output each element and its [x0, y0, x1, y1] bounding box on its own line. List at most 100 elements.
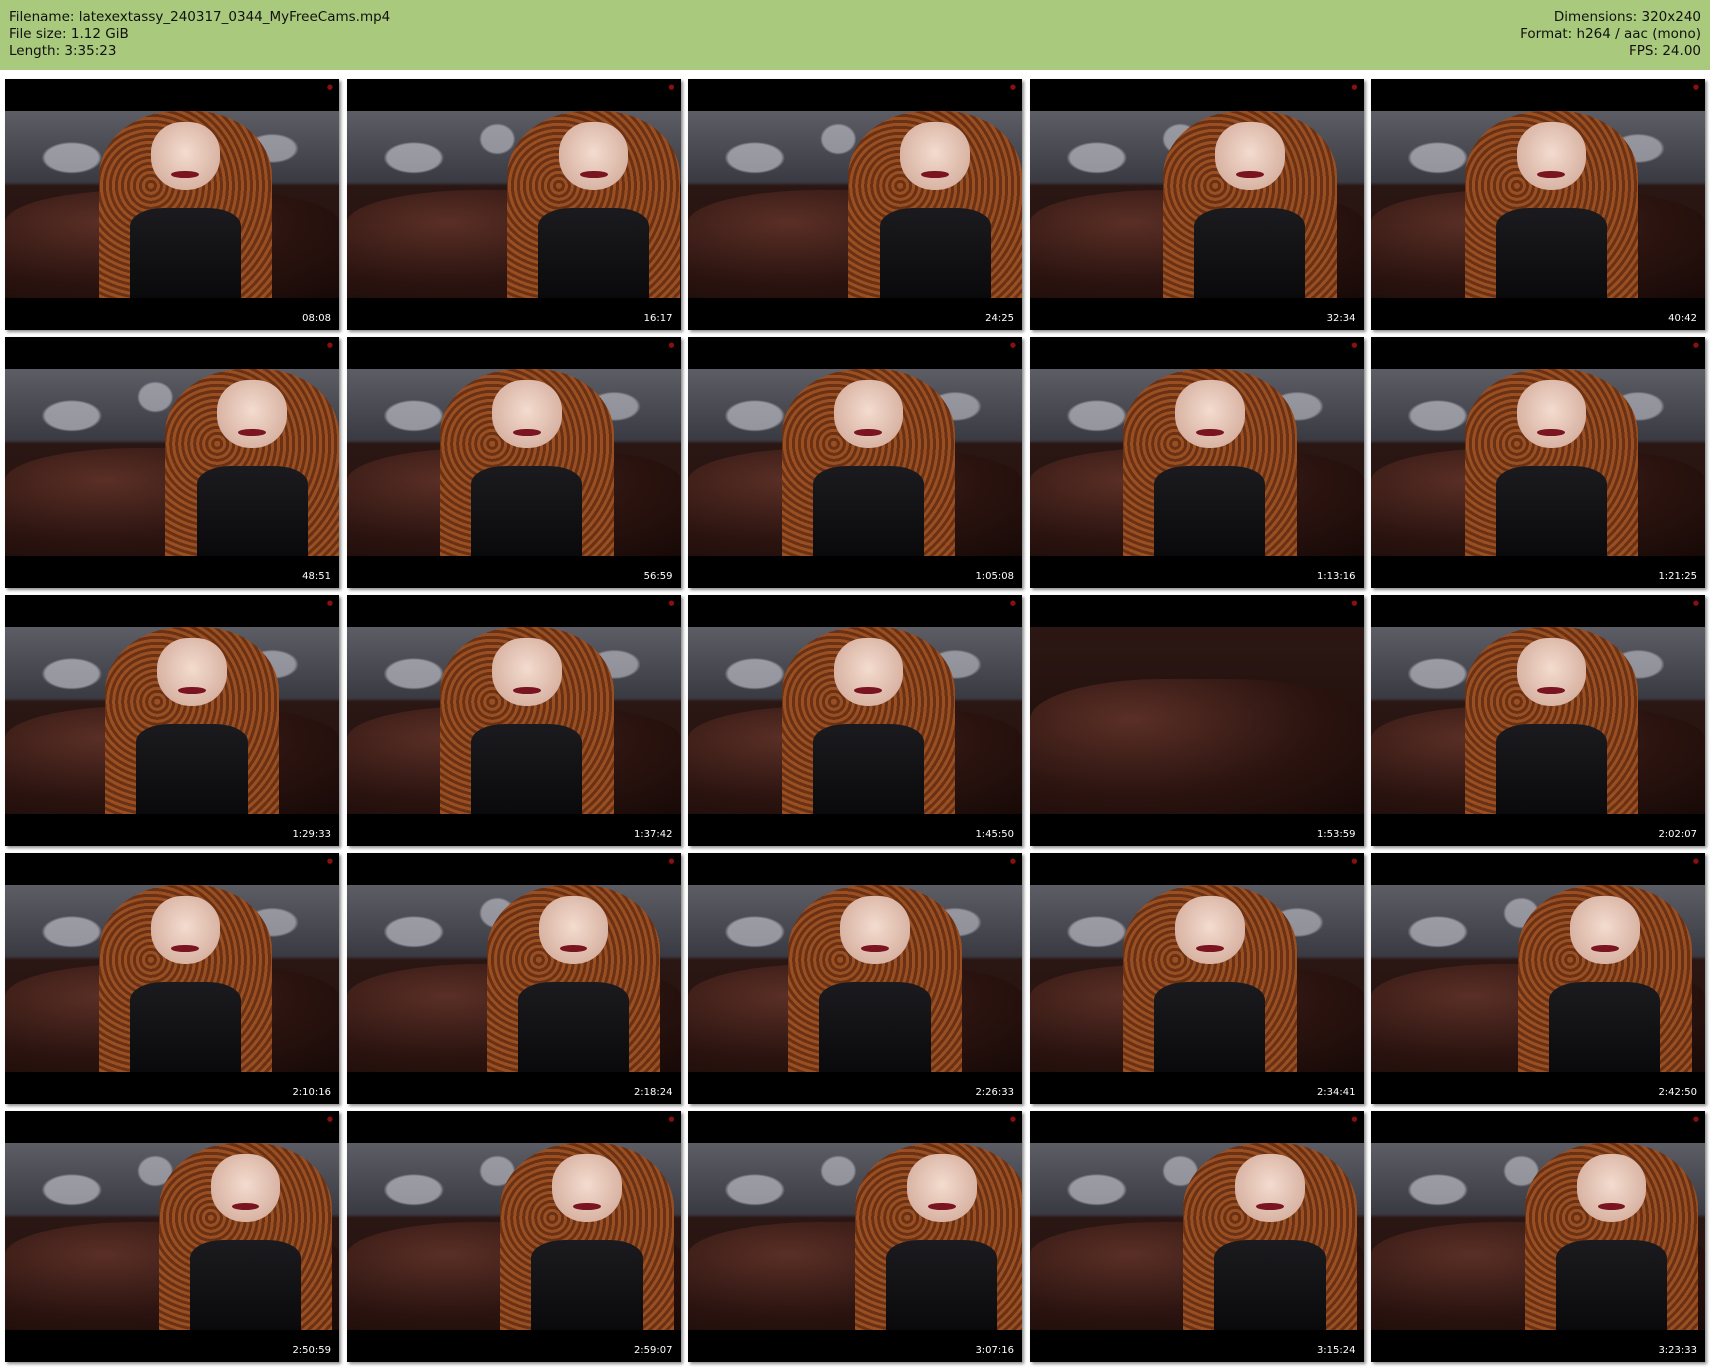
fps-text: FPS: 24.00	[1629, 43, 1701, 59]
thumbnail[interactable]: ● 08:08	[5, 79, 339, 330]
person-figure	[1464, 369, 1639, 556]
thumbnail[interactable]: ● 2:42:50	[1371, 853, 1705, 1104]
watermark-logo: ●	[326, 1115, 333, 1123]
timestamp-label: 08:08	[302, 313, 331, 324]
timestamp-label: 2:02:07	[1658, 829, 1697, 840]
person-figure	[98, 885, 273, 1072]
watermark-logo: ●	[1009, 83, 1016, 91]
jacket-shape	[1495, 724, 1607, 814]
thumbnail[interactable]: ● 1:05:08	[688, 337, 1022, 588]
face-shape	[538, 896, 609, 964]
video-frame	[1371, 627, 1705, 814]
thumbnail[interactable]: ● 1:29:33	[5, 595, 339, 846]
person-figure	[1464, 627, 1639, 814]
watermark-logo: ●	[1009, 599, 1016, 607]
thumbnail[interactable]: ● 2:02:07	[1371, 595, 1705, 846]
timestamp-label: 24:25	[985, 313, 1014, 324]
format-text: Format: h264 / aac (mono)	[1520, 26, 1701, 42]
jacket-shape	[879, 208, 991, 298]
thumbnail[interactable]: ● 1:53:59	[1029, 595, 1364, 846]
jacket-shape	[518, 982, 630, 1072]
watermark-logo: ●	[1009, 341, 1016, 349]
dimensions-text: Dimensions: 320x240	[1553, 9, 1701, 25]
video-frame	[5, 111, 339, 298]
face-shape	[1175, 896, 1245, 964]
video-frame	[1029, 111, 1364, 298]
thumbnail[interactable]: ● 1:21:25	[1371, 337, 1705, 588]
thumbnail[interactable]: ● 2:34:41	[1029, 853, 1364, 1104]
face-shape	[558, 122, 629, 190]
jacket-shape	[136, 724, 248, 814]
thumbnail[interactable]: ● 2:10:16	[5, 853, 339, 1104]
face-shape	[492, 380, 562, 448]
thumbnail[interactable]: ● 32:34	[1029, 79, 1364, 330]
length-text: Length: 3:35:23	[9, 43, 117, 59]
watermark-logo: ●	[1692, 1115, 1699, 1123]
video-frame	[688, 1143, 1022, 1330]
timestamp-label: 2:34:41	[1316, 1087, 1356, 1098]
video-frame	[688, 627, 1022, 814]
timestamp-label: 1:21:25	[1658, 571, 1697, 582]
thumbnail[interactable]: ● 2:59:07	[346, 1111, 681, 1362]
face-shape	[157, 638, 227, 706]
thumbnail[interactable]: ● 40:42	[1371, 79, 1705, 330]
person-figure	[98, 111, 273, 298]
person-figure	[1123, 885, 1297, 1072]
video-frame	[5, 369, 339, 556]
thumbnail[interactable]: ● 24:25	[688, 79, 1022, 330]
file-info: Filename: latexextassy_240317_0344_MyFre…	[9, 9, 390, 60]
thumbnail-grid: ● 08:08 ● 16:17 ● 24:25 ● 32:34 ● 40:42 ● 48:5…	[5, 79, 1705, 1366]
thumbnail[interactable]: ● 56:59	[346, 337, 681, 588]
timestamp-label: 3:15:24	[1316, 1345, 1356, 1356]
jacket-shape	[812, 724, 924, 814]
timestamp-label: 3:07:16	[975, 1345, 1014, 1356]
person-figure	[781, 369, 956, 556]
watermark-logo: ●	[326, 857, 333, 865]
thumbnail[interactable]: ● 3:23:33	[1371, 1111, 1705, 1362]
thumbnail[interactable]: ● 48:51	[5, 337, 339, 588]
face-shape	[1175, 380, 1245, 448]
thumbnail[interactable]: ● 2:50:59	[5, 1111, 339, 1362]
jacket-shape	[129, 982, 241, 1072]
timestamp-label: 1:05:08	[975, 571, 1014, 582]
jacket-shape	[812, 466, 924, 556]
person-figure	[165, 369, 339, 556]
timestamp-label: 1:29:33	[292, 829, 331, 840]
timestamp-label: 1:13:16	[1316, 571, 1356, 582]
thumbnail[interactable]: ● 2:18:24	[346, 853, 681, 1104]
person-figure	[1123, 369, 1297, 556]
video-frame	[688, 111, 1022, 298]
face-shape	[1516, 638, 1587, 706]
person-figure	[788, 885, 962, 1072]
video-frame	[346, 627, 681, 814]
video-frame	[1371, 885, 1705, 1072]
video-frame	[346, 1143, 681, 1330]
person-figure	[855, 1143, 1022, 1330]
thumbnail[interactable]: ● 3:07:16	[688, 1111, 1022, 1362]
timestamp-label: 1:53:59	[1316, 829, 1356, 840]
thumbnail[interactable]: ● 1:37:42	[346, 595, 681, 846]
video-frame	[5, 627, 339, 814]
person-figure	[440, 369, 614, 556]
jacket-shape	[886, 1240, 998, 1330]
watermark-logo: ●	[326, 83, 333, 91]
person-figure	[500, 1143, 674, 1330]
contact-sheet-header: Filename: latexextassy_240317_0344_MyFre…	[0, 0, 1710, 70]
thumbnail[interactable]: ● 16:17	[346, 79, 681, 330]
thumbnail[interactable]: ● 2:26:33	[688, 853, 1022, 1104]
watermark-logo: ●	[326, 341, 333, 349]
person-figure	[781, 627, 956, 814]
thumbnail[interactable]: ● 3:15:24	[1029, 1111, 1364, 1362]
timestamp-label: 16:17	[643, 313, 673, 324]
face-shape	[1576, 1154, 1647, 1222]
video-frame	[346, 885, 681, 1072]
face-shape	[907, 1154, 977, 1222]
video-frame	[1029, 627, 1364, 814]
watermark-logo: ●	[668, 341, 675, 349]
face-shape	[833, 380, 904, 448]
timestamp-label: 2:26:33	[975, 1087, 1014, 1098]
thumbnail[interactable]: ● 1:45:50	[688, 595, 1022, 846]
person-figure	[1517, 885, 1692, 1072]
timestamp-label: 1:45:50	[975, 829, 1014, 840]
thumbnail[interactable]: ● 1:13:16	[1029, 337, 1364, 588]
